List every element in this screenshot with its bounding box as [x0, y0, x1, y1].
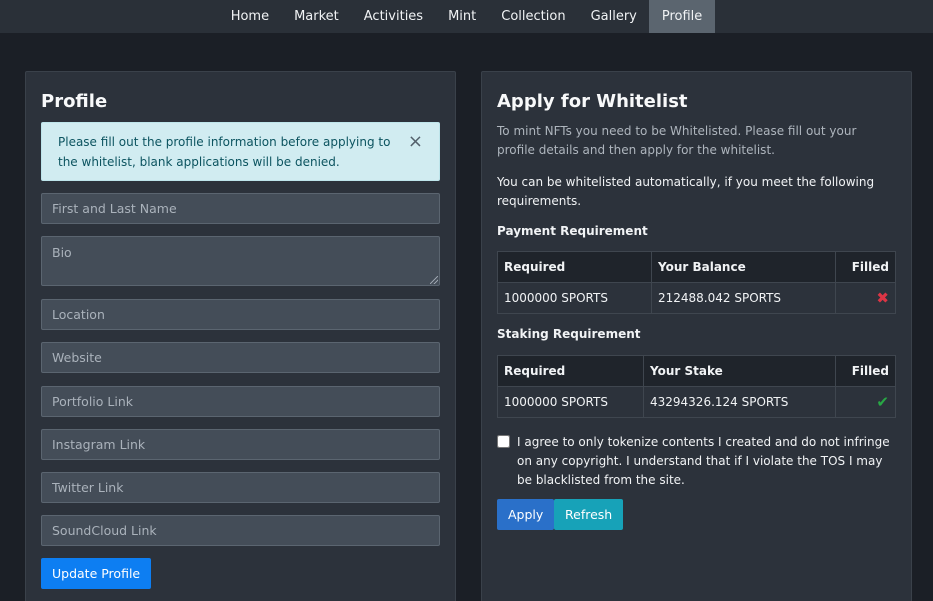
- bio-wrapper: [41, 236, 440, 286]
- portfolio-input[interactable]: [41, 386, 440, 417]
- auto-whitelist-text: You can be whitelisted automatically, if…: [497, 175, 875, 208]
- staking-stake: 43294326.124 SPORTS: [643, 386, 836, 418]
- col-filled: Filled: [835, 355, 896, 387]
- top-navigation: Home Market Activities Mint Collection G…: [0, 0, 933, 33]
- staking-required: 1000000 SPORTS: [497, 386, 644, 418]
- cross-icon: ✖: [876, 289, 889, 307]
- nav-mint[interactable]: Mint: [436, 0, 489, 33]
- tos-checkbox[interactable]: [497, 435, 510, 448]
- col-required: Required: [497, 251, 652, 283]
- nav-collection[interactable]: Collection: [489, 0, 578, 33]
- payment-balance: 212488.042 SPORTS: [651, 282, 836, 314]
- refresh-button[interactable]: Refresh: [554, 499, 624, 530]
- website-input[interactable]: [41, 342, 440, 373]
- col-balance: Your Balance: [651, 251, 836, 283]
- tos-agreement[interactable]: I agree to only tokenize contents I crea…: [497, 433, 897, 490]
- soundcloud-input[interactable]: [41, 515, 440, 546]
- payment-table: Required Your Balance Filled 1000000 SPO…: [497, 251, 896, 314]
- whitelist-title: Apply for Whitelist: [497, 91, 688, 112]
- table-row: 1000000 SPORTS 212488.042 SPORTS ✖: [497, 282, 896, 314]
- staking-table: Required Your Stake Filled 1000000 SPORT…: [497, 355, 896, 418]
- nav-market[interactable]: Market: [282, 0, 352, 33]
- tos-text: I agree to only tokenize contents I crea…: [517, 435, 890, 487]
- apply-button[interactable]: Apply: [497, 499, 555, 530]
- profile-title: Profile: [41, 91, 108, 112]
- nav-gallery[interactable]: Gallery: [578, 0, 649, 33]
- name-input[interactable]: [41, 193, 440, 224]
- location-input[interactable]: [41, 299, 440, 330]
- staking-heading: Staking Requirement: [497, 327, 641, 341]
- close-icon[interactable]: ×: [408, 132, 423, 152]
- info-alert: Please fill out the profile information …: [41, 122, 440, 181]
- table-row: 1000000 SPORTS 43294326.124 SPORTS ✔: [497, 386, 896, 418]
- bio-textarea[interactable]: [41, 236, 440, 286]
- alert-text: Please fill out the profile information …: [58, 135, 391, 169]
- whitelist-card: Apply for Whitelist To mint NFTs you nee…: [481, 71, 912, 601]
- nav-activities[interactable]: Activities: [351, 0, 435, 33]
- col-stake: Your Stake: [643, 355, 836, 387]
- col-required: Required: [497, 355, 644, 387]
- profile-card: Profile Please fill out the profile info…: [25, 71, 456, 601]
- nav-home[interactable]: Home: [218, 0, 281, 33]
- nav-profile[interactable]: Profile: [649, 0, 715, 33]
- payment-required: 1000000 SPORTS: [497, 282, 652, 314]
- update-profile-button[interactable]: Update Profile: [41, 558, 152, 589]
- instagram-input[interactable]: [41, 429, 440, 460]
- whitelist-intro: To mint NFTs you need to be Whitelisted.…: [497, 124, 857, 157]
- check-icon: ✔: [876, 393, 889, 411]
- payment-heading: Payment Requirement: [497, 224, 648, 238]
- col-filled: Filled: [835, 251, 896, 283]
- twitter-input[interactable]: [41, 472, 440, 503]
